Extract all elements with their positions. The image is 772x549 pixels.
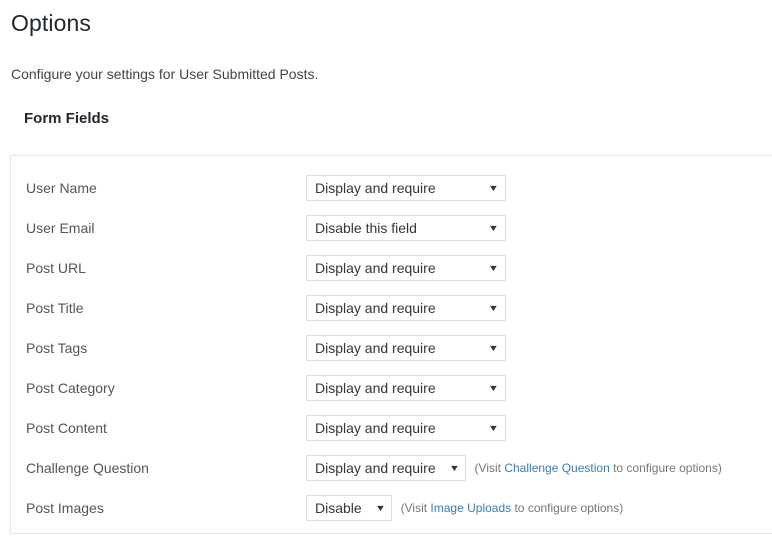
form-field-row: Challenge Question Display and require ▼ (V… [11, 448, 772, 488]
form-field-row: Post Images Disable ▼ (Visit Image Uploads … [11, 488, 772, 528]
form-field-row: Post URL Display and require ▼ [11, 248, 772, 288]
form-field-row: Post Content Display and require ▼ [11, 408, 772, 448]
form-field-select[interactable]: Display and require ▼ [306, 295, 506, 321]
form-field-label: User Email [26, 219, 306, 237]
form-field-control: Display and require ▼ (Visit Challenge Que… [306, 455, 722, 481]
chevron-down-icon: ▼ [488, 344, 499, 353]
form-field-row: Post Title Display and require ▼ [11, 288, 772, 328]
form-field-select-value: Disable this field [315, 216, 417, 240]
form-field-label: Post URL [26, 259, 306, 277]
form-field-select[interactable]: Display and require ▼ [306, 415, 506, 441]
chevron-down-icon: ▼ [488, 304, 499, 313]
form-field-select[interactable]: Disable this field ▼ [306, 215, 506, 241]
chevron-down-icon: ▼ [449, 464, 460, 473]
form-field-label: Post Category [26, 379, 306, 397]
form-field-select-value: Display and require [315, 336, 436, 360]
chevron-down-icon: ▼ [488, 424, 499, 433]
chevron-down-icon: ▼ [488, 264, 499, 273]
form-field-label: Post Tags [26, 339, 306, 357]
form-field-control: Display and require ▼ [306, 335, 506, 361]
form-fields-panel: User NameDisplay and require▼User EmailD… [10, 155, 772, 534]
form-field-row: User Email Disable this field ▼ [11, 208, 772, 248]
page-description: Configure your settings for User Submitt… [0, 38, 772, 83]
form-field-label: User Name [26, 179, 306, 197]
form-field-control: Disable this field ▼ [306, 215, 506, 241]
chevron-down-icon: ▼ [488, 184, 499, 193]
form-field-select[interactable]: Display and require ▼ [306, 335, 506, 361]
form-field-label: Challenge Question [26, 459, 306, 477]
form-field-row: User Name Display and require ▼ [11, 168, 772, 208]
form-field-select[interactable]: Display and require ▼ [306, 375, 506, 401]
form-fields-list: User NameDisplay and require▼User EmailD… [11, 156, 772, 528]
helper-prefix: (Visit [401, 501, 431, 515]
form-field-select[interactable]: Disable ▼ [306, 495, 392, 521]
form-field-control: Display and require ▼ [306, 175, 506, 201]
form-field-control: Disable ▼ (Visit Image Uploads to configur… [306, 495, 623, 521]
form-field-select-value: Display and require [315, 416, 436, 440]
form-field-select-value: Display and require [315, 176, 436, 200]
form-field-label: Post Content [26, 419, 306, 437]
form-field-select-value: Display and require [315, 256, 436, 280]
form-field-helper-text: (Visit Challenge Question to configure o… [475, 460, 722, 476]
helper-suffix: to configure options) [511, 501, 623, 515]
form-field-select[interactable]: Display and require ▼ [306, 255, 506, 281]
chevron-down-icon: ▼ [488, 384, 499, 393]
form-field-label: Post Images [26, 499, 306, 517]
form-field-select-value: Disable [315, 496, 362, 520]
helper-prefix: (Visit [475, 461, 505, 475]
page-title: Options [0, 0, 772, 38]
helper-link[interactable]: Image Uploads [430, 501, 511, 515]
form-field-row: Post Tags Display and require ▼ [11, 328, 772, 368]
section-heading-form-fields: Form Fields [0, 83, 772, 127]
form-field-control: Display and require ▼ [306, 375, 506, 401]
helper-link[interactable]: Challenge Question [504, 461, 609, 475]
form-field-select-value: Display and require [315, 456, 436, 480]
form-field-select-value: Display and require [315, 296, 436, 320]
chevron-down-icon: ▼ [488, 224, 499, 233]
form-field-control: Display and require ▼ [306, 415, 506, 441]
form-field-label: Post Title [26, 299, 306, 317]
form-field-control: Display and require ▼ [306, 255, 506, 281]
form-field-select-value: Display and require [315, 376, 436, 400]
helper-suffix: to configure options) [610, 461, 722, 475]
chevron-down-icon: ▼ [375, 504, 386, 513]
form-field-select[interactable]: Display and require ▼ [306, 175, 506, 201]
form-field-control: Display and require ▼ [306, 295, 506, 321]
form-field-select[interactable]: Display and require ▼ [306, 455, 466, 481]
form-field-row: Post Category Display and require ▼ [11, 368, 772, 408]
form-field-helper-text: (Visit Image Uploads to configure option… [401, 500, 624, 516]
